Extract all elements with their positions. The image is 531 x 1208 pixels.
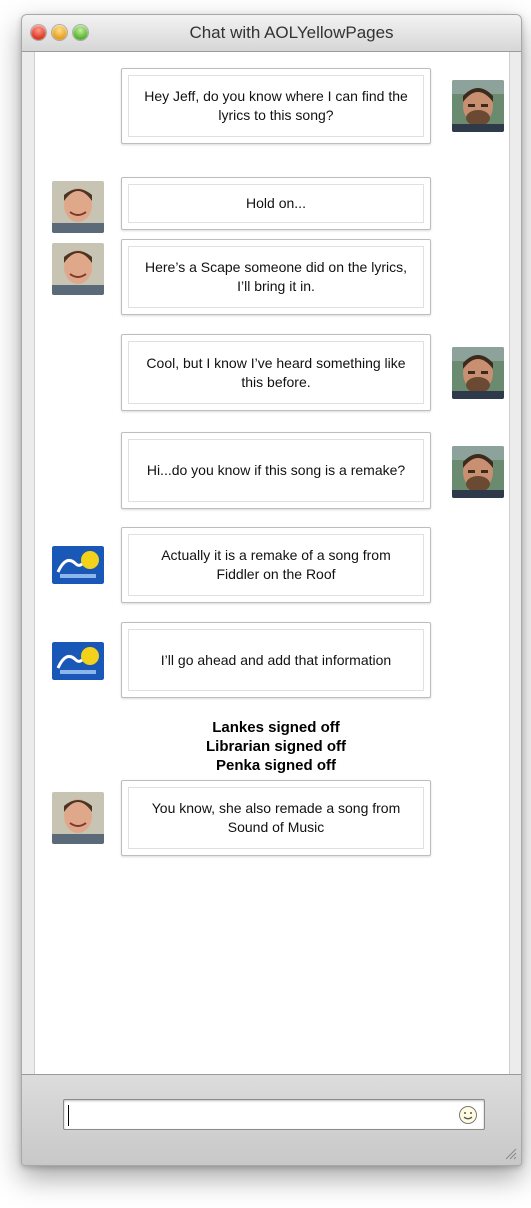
chat-window: Chat with AOLYellowPages Hey Jeff, do yo… [21,14,522,1166]
chat-transcript[interactable]: Hey Jeff, do you know where I can find t… [34,52,510,1074]
man-avatar [52,181,104,233]
aol-yellowpages-logo [52,546,104,584]
message-input[interactable] [63,1099,485,1130]
message-text: Here’s a Scape someone did on the lyrics… [128,246,424,308]
message-bubble: Cool, but I know I’ve heard something li… [121,334,431,411]
smiley-icon[interactable] [458,1105,478,1125]
status-line: Penka signed off [215,757,337,774]
message-text: Cool, but I know I’ve heard something li… [128,341,424,404]
message-bubble: You know, she also remade a song from So… [121,780,431,856]
message-bubble: Hi...do you know if this song is a remak… [121,432,431,509]
message-text: Hey Jeff, do you know where I can find t… [128,75,424,137]
message-bubble: Actually it is a remake of a song from F… [121,527,431,603]
title-bar[interactable]: Chat with AOLYellowPages [22,15,521,52]
window-title: Chat with AOLYellowPages [189,23,394,42]
message-text: I’ll go ahead and add that information [128,629,424,691]
message-bubble: Hey Jeff, do you know where I can find t… [121,68,431,144]
message-bubble: Hold on... [121,177,431,230]
message-text: Actually it is a remake of a song from F… [128,534,424,596]
man-avatar [52,792,104,844]
aol-yellowpages-logo [52,642,104,680]
jeff-avatar [452,347,504,399]
message-bubble: Here’s a Scape someone did on the lyrics… [121,239,431,315]
jeff-avatar [452,80,504,132]
message-text: Hi...do you know if this song is a remak… [128,439,424,502]
sign-off-notices: Lankes signed off Librarian signed off P… [121,718,431,775]
man-avatar [52,243,104,295]
message-text: Hold on... [128,184,424,223]
jeff-avatar [452,446,504,498]
message-bubble: I’ll go ahead and add that information [121,622,431,698]
resize-grip-icon[interactable] [503,1146,517,1160]
status-line: Librarian signed off [205,738,346,755]
message-text: You know, she also remade a song from So… [128,787,424,849]
composer-bar [22,1074,521,1165]
text-caret [68,1105,69,1126]
status-line: Lankes signed off [212,719,340,736]
